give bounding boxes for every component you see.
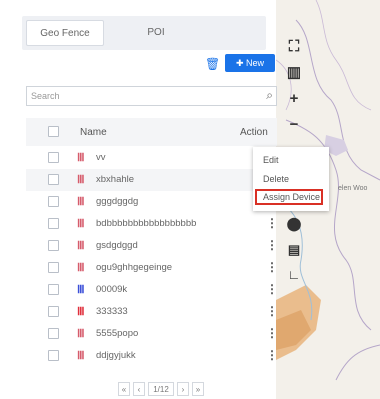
geofence-name: bdbbbbbbbbbbbbbbbbb — [96, 218, 197, 229]
table-row[interactable]: Ⅲ vv ⋮ — [26, 147, 278, 169]
location-pin-icon[interactable]: ⬤ — [283, 214, 305, 234]
column-header-action: Action — [240, 127, 268, 138]
table-row[interactable]: Ⅲ gggdggdg ⋮ — [26, 191, 278, 213]
geofence-name: xbxhahle — [96, 174, 135, 185]
row-action-menu-icon[interactable]: ⋮ — [266, 216, 278, 230]
table-row[interactable]: Ⅲ bdbbbbbbbbbbbbbbbbb ⋮ — [26, 213, 278, 235]
geofence-icon: Ⅲ — [77, 328, 85, 340]
column-header-name: Name — [80, 127, 107, 138]
row-action-menu-icon[interactable]: ⋮ — [266, 260, 278, 274]
row-action-menu-icon[interactable]: ⋮ — [266, 304, 278, 318]
row-action-menu-icon[interactable]: ⋮ — [266, 326, 278, 340]
new-button-label: New — [246, 58, 265, 68]
prev-page-button[interactable]: ‹ — [133, 382, 145, 396]
row-action-menu-icon[interactable]: ⋮ — [266, 238, 278, 252]
geofence-name: ogu9ghhgegeinge — [96, 262, 173, 273]
row-checkbox[interactable] — [48, 240, 59, 251]
plus-icon: ✚ — [235, 58, 247, 68]
last-page-button[interactable]: » — [192, 382, 204, 396]
table-row[interactable]: Ⅲ 5555popo ⋮ — [26, 323, 278, 345]
geofence-icon: Ⅲ — [77, 306, 85, 318]
first-page-button[interactable]: « — [118, 382, 130, 396]
row-action-menu-icon[interactable]: ⋮ — [266, 348, 278, 362]
table-row[interactable]: Ⅲ xbxhahle ⋮ — [26, 169, 278, 191]
table-header: Name Action — [26, 118, 277, 146]
tab-poi[interactable]: POI — [116, 20, 196, 46]
table-row[interactable]: Ⅲ 333333 ⋮ — [26, 301, 278, 323]
table-row[interactable]: Ⅲ ogu9ghhgegeinge ⋮ — [26, 257, 278, 279]
select-all-checkbox[interactable] — [48, 126, 59, 137]
geofence-name: 00009k — [96, 284, 128, 295]
geofence-icon: Ⅲ — [77, 262, 85, 274]
traffic-icon[interactable]: ▤ — [283, 240, 305, 260]
next-page-button[interactable]: › — [177, 382, 189, 396]
menu-item-delete[interactable]: Delete — [263, 174, 289, 184]
measure-icon[interactable]: ∟ — [283, 264, 305, 284]
zoom-out-button[interactable]: − — [283, 114, 305, 134]
geofence-name: 5555popo — [96, 328, 139, 339]
row-checkbox[interactable] — [48, 174, 59, 185]
row-action-menu-icon[interactable]: ⋮ — [266, 282, 278, 296]
search-icon[interactable]: ⌕ — [266, 88, 273, 103]
geofence-icon: Ⅲ — [77, 240, 85, 252]
pagination: « ‹ 1/12 › » — [118, 382, 204, 396]
menu-item-edit[interactable]: Edit — [263, 155, 279, 165]
zoom-in-button[interactable]: + — [283, 88, 305, 108]
geofence-name: ddjgyjukk — [96, 350, 136, 361]
fullscreen-icon[interactable]: ⛶ — [283, 36, 305, 56]
table-row[interactable]: Ⅲ ddjgyjukk ⋮ — [26, 345, 278, 367]
row-checkbox[interactable] — [48, 196, 59, 207]
geofence-name: gggdggdg — [96, 196, 139, 207]
row-checkbox[interactable] — [48, 328, 59, 339]
tab-geo-fence[interactable]: Geo Fence — [26, 20, 104, 46]
geofence-panel: Geo Fence POI 🗑 ✚ New Search ⌕ Name Acti… — [14, 6, 278, 399]
page-indicator: 1/12 — [148, 382, 174, 396]
row-checkbox[interactable] — [48, 218, 59, 229]
geofence-icon: Ⅲ — [77, 284, 85, 296]
geofence-name: 333333 — [96, 306, 128, 317]
table-row[interactable]: Ⅲ 00009k ⋮ — [26, 279, 278, 301]
search-input[interactable]: Search — [31, 91, 60, 101]
row-checkbox[interactable] — [48, 262, 59, 273]
row-checkbox[interactable] — [48, 152, 59, 163]
geofence-icon: Ⅲ — [77, 350, 85, 362]
layers-icon[interactable]: ▥ — [283, 62, 305, 82]
geofence-name: vv — [96, 152, 106, 163]
trash-icon[interactable]: 🗑 — [205, 58, 220, 70]
new-button[interactable]: ✚ New — [225, 54, 275, 72]
row-checkbox[interactable] — [48, 350, 59, 361]
menu-item-assign-device[interactable]: Assign Device — [255, 189, 323, 205]
geofence-icon: Ⅲ — [77, 218, 85, 230]
geofence-name: gsdgdggd — [96, 240, 138, 251]
geofence-icon: Ⅲ — [77, 152, 85, 164]
search-box[interactable]: Search ⌕ — [26, 86, 277, 106]
row-checkbox[interactable] — [48, 284, 59, 295]
geofence-icon: Ⅲ — [77, 196, 85, 208]
map-place-label: elen Woo — [338, 185, 368, 192]
row-action-menu: Edit Delete Assign Device — [253, 147, 329, 211]
table-row[interactable]: Ⅲ gsdgdggd ⋮ — [26, 235, 278, 257]
geofence-icon: Ⅲ — [77, 174, 85, 186]
row-checkbox[interactable] — [48, 306, 59, 317]
tab-bar: Geo Fence POI — [22, 16, 266, 50]
